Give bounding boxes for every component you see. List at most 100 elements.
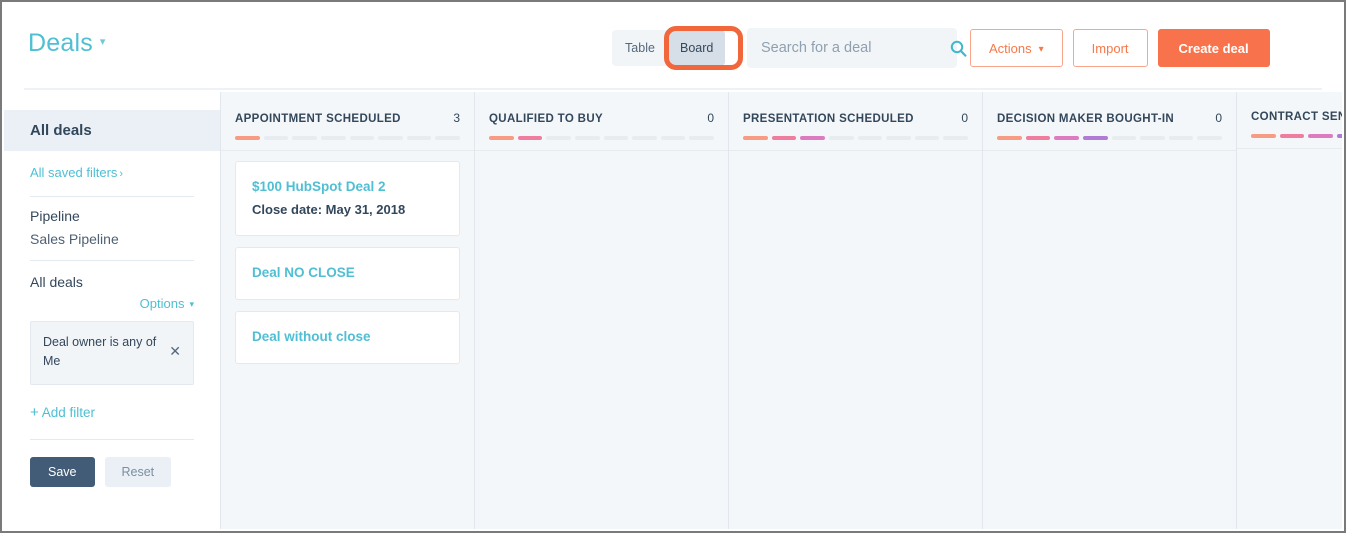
board-column-title: APPOINTMENT SCHEDULED bbox=[235, 113, 401, 125]
stage-segment bbox=[235, 136, 260, 140]
stage-segment bbox=[603, 136, 629, 140]
save-button[interactable]: Save bbox=[30, 456, 95, 487]
filter-chip-text: Deal owner is any of Me bbox=[43, 333, 156, 372]
stage-segment bbox=[546, 136, 571, 140]
stage-segment bbox=[378, 136, 403, 140]
chevron-down-icon[interactable]: ▾ bbox=[100, 35, 106, 48]
stage-segment bbox=[435, 136, 460, 140]
deal-card[interactable]: Deal without close bbox=[235, 310, 460, 364]
page-title[interactable]: Deals ▾ bbox=[28, 29, 106, 58]
body-area: All deals All saved filters › Pipeline Sa… bbox=[4, 92, 1342, 529]
stage-segment bbox=[1140, 136, 1165, 140]
tab-table[interactable]: Table bbox=[612, 30, 668, 66]
stage-segment bbox=[914, 136, 940, 140]
stage-segment bbox=[689, 136, 714, 140]
board-column-header-row: DECISION MAKER BOUGHT-IN 0 bbox=[997, 111, 1222, 125]
stage-segment bbox=[828, 136, 854, 140]
actions-button[interactable]: Actions ▾ bbox=[970, 29, 1063, 67]
close-icon[interactable]: ✕ bbox=[163, 343, 181, 360]
search-input[interactable] bbox=[759, 39, 950, 57]
page-title-text: Deals bbox=[28, 29, 93, 57]
page-header: Deals ▾ Table Board Actions ▾ bbox=[2, 2, 1344, 92]
stage-segment bbox=[320, 136, 346, 140]
pipeline-value[interactable]: Sales Pipeline bbox=[4, 224, 220, 247]
header-actions: Actions ▾ Import Create deal bbox=[970, 29, 1270, 67]
filter-chip-line2: Me bbox=[43, 354, 61, 369]
board-column[interactable]: PRESENTATION SCHEDULED 0 bbox=[729, 92, 983, 529]
board-column-header: QUALIFIED TO BUY 0 bbox=[475, 92, 728, 140]
all-saved-filters-label: All saved filters bbox=[30, 165, 118, 180]
stage-segment bbox=[771, 136, 797, 140]
filter-chip[interactable]: Deal owner is any of Me ✕ bbox=[30, 321, 194, 385]
stage-segment bbox=[1168, 136, 1194, 140]
search-box[interactable] bbox=[747, 28, 967, 68]
stage-progress-indicator bbox=[997, 136, 1222, 140]
pipeline-label: Pipeline bbox=[30, 208, 80, 224]
board-column-count: 3 bbox=[453, 111, 460, 125]
stage-segment bbox=[489, 136, 514, 140]
stage-segment bbox=[800, 136, 825, 140]
plus-icon: + bbox=[30, 403, 39, 421]
sidebar-item-all-deals[interactable]: All deals bbox=[4, 110, 220, 151]
stage-segment bbox=[349, 136, 375, 140]
board-column-title: QUALIFIED TO BUY bbox=[489, 113, 604, 125]
create-deal-button[interactable]: Create deal bbox=[1157, 29, 1270, 67]
board-column-header-row: QUALIFIED TO BUY 0 bbox=[489, 111, 714, 125]
board-column-title: CONTRACT SENT bbox=[1251, 111, 1342, 123]
import-button[interactable]: Import bbox=[1072, 29, 1148, 67]
stage-progress-indicator bbox=[489, 136, 714, 140]
add-filter-link[interactable]: + Add filter bbox=[30, 404, 194, 421]
stage-segment bbox=[1308, 134, 1333, 138]
stage-segment bbox=[1111, 136, 1137, 140]
stage-segment bbox=[1336, 134, 1342, 138]
board-column[interactable]: QUALIFIED TO BUY 0 bbox=[475, 92, 729, 529]
stage-segment bbox=[1054, 136, 1079, 140]
board-column-body[interactable] bbox=[475, 150, 728, 529]
options-dropdown[interactable]: Options ▾ bbox=[4, 290, 220, 311]
filter-set-label: All deals bbox=[30, 274, 83, 290]
board-column-body[interactable]: $100 HubSpot Deal 2 Close date: May 31, 2… bbox=[221, 150, 474, 529]
actions-button-label: Actions bbox=[989, 40, 1032, 56]
deal-card-title[interactable]: Deal NO CLOSE bbox=[252, 263, 443, 283]
filters-sidebar: All deals All saved filters › Pipeline Sa… bbox=[4, 92, 220, 529]
stage-segment bbox=[1025, 136, 1051, 140]
deal-card[interactable]: Deal NO CLOSE bbox=[235, 247, 460, 300]
board-column-title: PRESENTATION SCHEDULED bbox=[743, 113, 914, 125]
stage-segment bbox=[660, 136, 686, 140]
stage-segment bbox=[517, 136, 543, 140]
board-column-header-row: APPOINTMENT SCHEDULED 3 bbox=[235, 111, 460, 125]
stage-segment bbox=[1251, 134, 1276, 138]
board-column[interactable]: DECISION MAKER BOUGHT-IN 0 bbox=[983, 92, 1237, 529]
chevron-right-icon: › bbox=[119, 168, 124, 180]
deals-board[interactable]: APPOINTMENT SCHEDULED 3 $100 HubSpot Deal … bbox=[220, 92, 1342, 529]
search-icon[interactable] bbox=[950, 40, 967, 57]
deal-card-title[interactable]: $100 HubSpot Deal 2 bbox=[252, 177, 443, 197]
board-column-body[interactable] bbox=[983, 150, 1236, 529]
chevron-down-icon: ▾ bbox=[1038, 43, 1044, 55]
stage-segment bbox=[406, 136, 432, 140]
sidebar-divider-3 bbox=[30, 438, 194, 440]
deal-card-title[interactable]: Deal without close bbox=[252, 327, 443, 347]
chevron-down-icon: ▾ bbox=[189, 299, 194, 309]
stage-segment bbox=[292, 136, 317, 140]
stage-progress-indicator bbox=[1251, 134, 1342, 138]
deal-card[interactable]: $100 HubSpot Deal 2 Close date: May 31, 2… bbox=[235, 161, 460, 237]
sidebar-buttons: Save Reset bbox=[30, 456, 194, 487]
board-column-body[interactable] bbox=[1237, 148, 1342, 529]
options-label: Options bbox=[139, 296, 185, 311]
board-column-count: 0 bbox=[1215, 111, 1222, 125]
stage-segment bbox=[943, 136, 968, 140]
stage-progress-indicator bbox=[743, 136, 968, 140]
tab-board[interactable]: Board bbox=[668, 30, 726, 66]
deals-board-screen: Deals ▾ Table Board Actions ▾ bbox=[0, 0, 1346, 533]
board-column[interactable]: APPOINTMENT SCHEDULED 3 $100 HubSpot Deal … bbox=[221, 92, 475, 529]
board-column-body[interactable] bbox=[729, 150, 982, 529]
stage-segment bbox=[1279, 134, 1305, 138]
reset-button[interactable]: Reset bbox=[104, 456, 172, 487]
view-toggle[interactable]: Table Board bbox=[612, 30, 726, 66]
board-column-title: DECISION MAKER BOUGHT-IN bbox=[997, 113, 1175, 125]
board-column[interactable]: CONTRACT SENT bbox=[1237, 92, 1342, 529]
stage-segment bbox=[886, 136, 911, 140]
all-saved-filters-link[interactable]: All saved filters › bbox=[4, 151, 220, 192]
filter-set-block: All deals bbox=[4, 261, 220, 290]
